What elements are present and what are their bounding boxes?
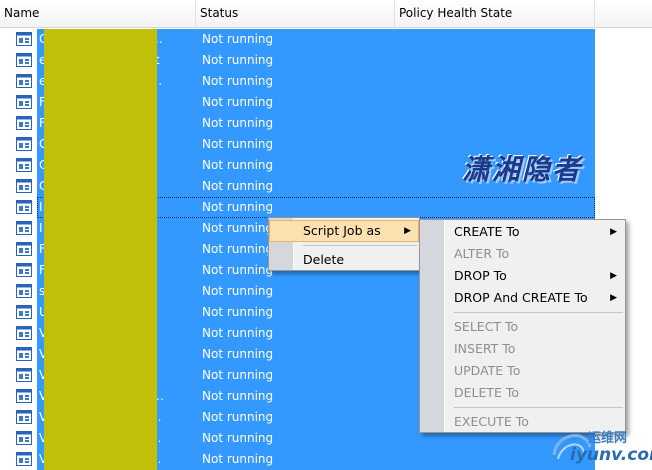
job-icon <box>16 242 32 256</box>
menu-item-label: SELECT To <box>454 319 519 334</box>
menu-item-label: DROP And CREATE To <box>454 290 588 305</box>
menu-separator <box>454 407 623 408</box>
job-status: Not running <box>202 326 274 340</box>
job-status: Not running <box>202 116 274 130</box>
menu-separator <box>454 312 623 313</box>
job-status: Not running <box>202 95 274 109</box>
job-icon <box>16 179 32 193</box>
job-icon <box>16 221 32 235</box>
job-icon <box>16 431 32 445</box>
job-status: Not running <box>202 53 274 67</box>
menu-item-insert-to: INSERT To <box>420 338 625 360</box>
job-status: Not running <box>202 242 274 256</box>
submenu-arrow-icon: ▶ <box>610 271 617 281</box>
watermark-text: 潇湘隐者 <box>462 153 583 186</box>
menu-separator <box>303 245 417 246</box>
job-status: Not running <box>202 32 274 46</box>
menu-item-select-to: SELECT To <box>420 316 625 338</box>
job-status: Not running <box>202 200 274 214</box>
job-icon <box>16 263 32 277</box>
menu-item-label: DELETE To <box>454 385 520 400</box>
job-status: Not running <box>202 221 274 235</box>
column-header-filler <box>595 0 652 27</box>
job-icon <box>16 305 32 319</box>
column-header-name[interactable]: Name <box>0 0 196 27</box>
submenu-arrow-icon: ▶ <box>404 226 411 236</box>
job-icon <box>16 116 32 130</box>
job-icon <box>16 284 32 298</box>
menu-item-label: EXECUTE To <box>454 414 529 429</box>
job-icon <box>16 74 32 88</box>
context-menu: Script Job as ▶ Delete <box>268 217 420 271</box>
submenu-arrow-icon: ▶ <box>610 293 617 303</box>
logo-text-domain: iyunv.com <box>570 445 652 465</box>
menu-item-script-job-as[interactable]: Script Job as ▶ <box>269 220 419 242</box>
menu-item-label: ALTER To <box>454 246 510 261</box>
job-status: Not running <box>202 389 274 403</box>
grid-header: Name Status Policy Health State <box>0 0 652 28</box>
menu-item-create-to[interactable]: CREATE To ▶ <box>420 221 625 243</box>
menu-item-update-to: UPDATE To <box>420 360 625 382</box>
job-status: Not running <box>202 137 274 151</box>
job-icon <box>16 32 32 46</box>
menu-item-delete[interactable]: Delete <box>269 249 419 271</box>
column-header-status[interactable]: Status <box>196 0 395 27</box>
job-icon <box>16 326 32 340</box>
job-icon <box>16 137 32 151</box>
menu-item-label: CREATE To <box>454 224 520 239</box>
job-icon <box>16 200 32 214</box>
job-icon <box>16 347 32 361</box>
job-icon <box>16 95 32 109</box>
job-icon <box>16 53 32 67</box>
job-status: Not running <box>202 263 274 277</box>
job-status: Not running <box>202 305 274 319</box>
menu-item-label: DROP To <box>454 268 507 283</box>
menu-item-label: INSERT To <box>454 341 516 356</box>
logo-text-cn: 运维网 <box>588 431 628 446</box>
job-icon <box>16 410 32 424</box>
redaction-block <box>44 29 157 470</box>
site-logo: 运维网 iyunv.com <box>548 425 652 467</box>
job-icon <box>16 389 32 403</box>
menu-item-delete-to: DELETE To <box>420 382 625 404</box>
script-job-submenu: CREATE To ▶ ALTER To DROP To ▶ DROP And … <box>419 219 626 433</box>
menu-item-label: Delete <box>303 252 345 267</box>
menu-item-drop-to[interactable]: DROP To ▶ <box>420 265 625 287</box>
submenu-arrow-icon: ▶ <box>610 227 617 237</box>
job-icon <box>16 452 32 466</box>
job-status: Not running <box>202 347 274 361</box>
job-status: Not running <box>202 74 274 88</box>
job-status: Not running <box>202 452 274 466</box>
job-status: Not running <box>202 410 274 424</box>
job-icon <box>16 158 32 172</box>
job-status: Not running <box>202 284 274 298</box>
column-header-policy-health-state[interactable]: Policy Health State <box>395 0 595 27</box>
menu-item-label: UPDATE To <box>454 363 521 378</box>
job-status: Not running <box>202 179 274 193</box>
menu-item-drop-and-create-to[interactable]: DROP And CREATE To ▶ <box>420 287 625 309</box>
menu-item-alter-to: ALTER To <box>420 243 625 265</box>
job-status: Not running <box>202 431 274 445</box>
menu-item-label: Script Job as <box>303 223 381 238</box>
job-status: Not running <box>202 158 274 172</box>
job-status: Not running <box>202 368 274 382</box>
job-icon <box>16 368 32 382</box>
